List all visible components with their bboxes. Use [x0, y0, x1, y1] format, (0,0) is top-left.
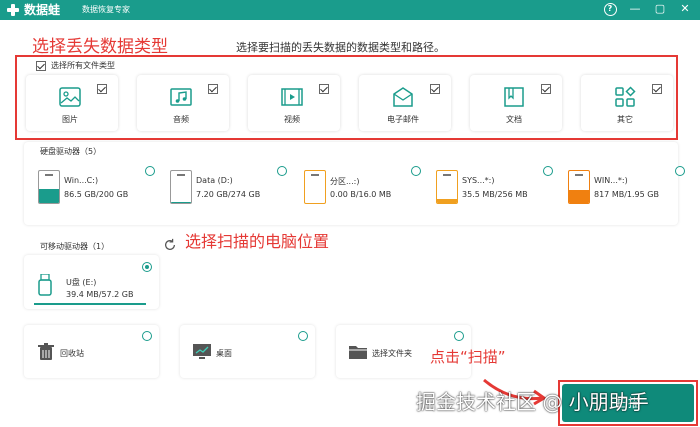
minimize-button[interactable]: — — [628, 2, 642, 16]
drive-icon — [568, 170, 590, 204]
file-type-document-label: 文档 — [506, 115, 522, 124]
video-icon — [281, 88, 303, 106]
disk-size: 0.00 B/16.0 MB — [330, 190, 392, 199]
select-all-label: 选择所有文件类型 — [51, 61, 115, 70]
disk-item[interactable]: WIN...*:) 817 MB/1.95 GB — [568, 166, 688, 208]
drive-icon — [436, 170, 458, 204]
file-type-audio-checkbox[interactable] — [208, 84, 218, 94]
title-bar: 数据蛙 数据恢复专家 ? — ▢ ✕ — [0, 0, 700, 20]
disk-name: 分区...:) — [330, 177, 360, 186]
disk-size: 7.20 GB/274 GB — [196, 190, 261, 199]
usb-size: 39.4 MB/57.2 GB — [66, 290, 134, 299]
disk-size: 35.5 MB/256 MB — [462, 190, 528, 199]
select-all-checkbox[interactable]: 选择所有文件类型 — [36, 60, 115, 71]
disk-radio[interactable] — [675, 166, 685, 176]
file-type-image-checkbox[interactable] — [97, 84, 107, 94]
recycle-bin-icon — [38, 343, 54, 360]
file-type-image[interactable]: 图片 — [26, 75, 118, 131]
page-prompt: 选择要扫描的丢失数据的数据类型和路径。 — [236, 41, 445, 54]
app-logo: 数据蛙 — [6, 3, 60, 17]
disk-usage-fill — [569, 189, 589, 203]
audio-icon — [170, 88, 192, 106]
file-type-video-label: 视频 — [284, 115, 300, 124]
document-icon — [504, 87, 524, 107]
location-label: 选择文件夹 — [372, 349, 412, 358]
folder-icon — [349, 346, 367, 359]
annotation-select-types: 选择丢失数据类型 — [32, 37, 168, 57]
disk-item[interactable]: Win...C:) 86.5 GB/200 GB — [38, 166, 158, 208]
disk-item[interactable]: 分区...:) 0.00 B/16.0 MB — [304, 166, 424, 208]
disk-usage-fill — [171, 202, 191, 203]
disk-name: WIN...*:) — [594, 176, 628, 185]
disk-name: Data (D:) — [196, 176, 233, 185]
file-type-document-checkbox[interactable] — [541, 84, 551, 94]
help-icon: ? — [603, 2, 617, 16]
app-name: 数据蛙 — [24, 3, 61, 17]
usb-usage-bar — [34, 303, 146, 305]
file-type-email-checkbox[interactable] — [430, 84, 440, 94]
usb-drive-item[interactable]: U盘 (E:) 39.4 MB/57.2 GB — [24, 255, 159, 309]
location-label: 回收站 — [60, 349, 84, 358]
drive-icon — [170, 170, 192, 204]
removable-title: 可移动驱动器（1） — [40, 242, 110, 251]
file-type-list: 图片 音频 视频 电子邮件 文档 其它 — [26, 75, 676, 131]
image-icon — [59, 87, 81, 107]
usb-name: U盘 (E:) — [66, 278, 97, 287]
file-type-video-checkbox[interactable] — [319, 84, 329, 94]
annotation-select-location: 选择扫描的电脑位置 — [185, 232, 330, 251]
disk-size: 817 MB/1.95 GB — [594, 190, 659, 199]
disk-radio[interactable] — [411, 166, 421, 176]
location-radio[interactable] — [454, 331, 464, 341]
plus-logo-icon — [6, 3, 20, 17]
file-type-video[interactable]: 视频 — [248, 75, 340, 131]
usb-radio[interactable] — [142, 262, 152, 272]
disk-item[interactable]: Data (D:) 7.20 GB/274 GB — [170, 166, 290, 208]
disk-item[interactable]: SYS...*:) 35.5 MB/256 MB — [436, 166, 556, 208]
file-type-audio-label: 音频 — [173, 115, 189, 124]
file-type-image-label: 图片 — [62, 115, 78, 124]
disk-radio[interactable] — [145, 166, 155, 176]
disk-name: Win...C:) — [64, 176, 99, 185]
watermark: 掘金技术社区 @ 小朋助手 — [416, 390, 649, 414]
file-type-other-checkbox[interactable] — [652, 84, 662, 94]
other-icon — [615, 86, 636, 107]
location-recycle-bin[interactable]: 回收站 — [24, 325, 159, 378]
annotation-click-scan: 点击“扫描” — [430, 348, 506, 366]
select-all-check[interactable] — [36, 60, 46, 71]
file-type-other-label: 其它 — [617, 115, 633, 124]
disk-size: 86.5 GB/200 GB — [64, 190, 129, 199]
hard-disk-title: 硬盘驱动器（5） — [40, 147, 102, 156]
file-type-other[interactable]: 其它 — [581, 75, 673, 131]
refresh-icon[interactable] — [163, 238, 177, 252]
location-radio[interactable] — [142, 331, 152, 341]
close-button[interactable]: ✕ — [678, 2, 692, 16]
window-controls: ? — ▢ ✕ — [603, 2, 692, 16]
disk-usage-fill — [39, 189, 59, 203]
usb-drive-icon — [38, 274, 52, 296]
file-type-email-label: 电子邮件 — [387, 115, 419, 124]
location-label: 桌面 — [216, 349, 232, 358]
hard-disk-section: 硬盘驱动器（5） Win...C:) 86.5 GB/200 GB Data (… — [24, 142, 685, 225]
email-icon — [393, 87, 413, 107]
disk-radio[interactable] — [543, 166, 553, 176]
file-type-email[interactable]: 电子邮件 — [359, 75, 451, 131]
drive-icon — [304, 170, 326, 204]
location-radio[interactable] — [298, 331, 308, 341]
disk-radio[interactable] — [277, 166, 287, 176]
drive-icon — [38, 170, 60, 204]
location-desktop[interactable]: 桌面 — [180, 325, 315, 378]
desktop-icon — [193, 344, 211, 359]
file-type-audio[interactable]: 音频 — [137, 75, 229, 131]
app-subtitle: 数据恢复专家 — [82, 5, 130, 14]
help-button[interactable]: ? — [603, 2, 617, 16]
disk-name: SYS...*:) — [462, 176, 495, 185]
file-type-document[interactable]: 文档 — [470, 75, 562, 131]
maximize-button[interactable]: ▢ — [653, 2, 667, 16]
disk-usage-fill — [437, 198, 457, 203]
